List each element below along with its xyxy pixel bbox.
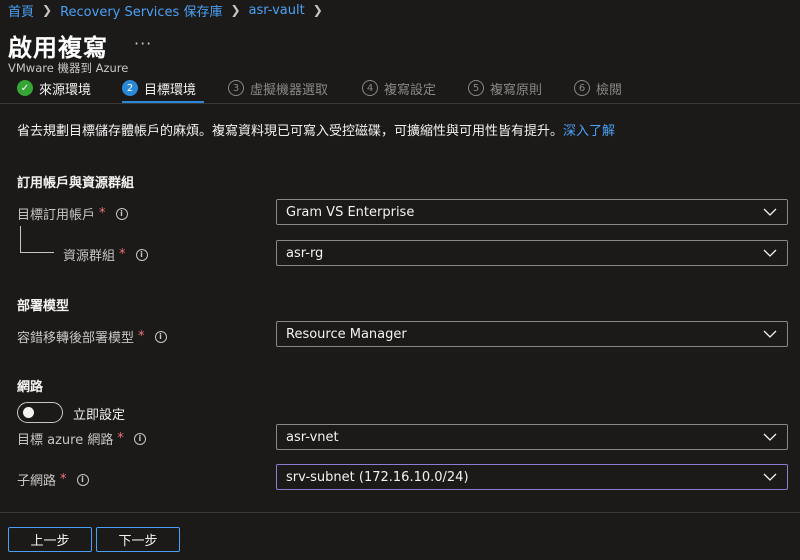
info-icon[interactable]: i	[135, 248, 148, 261]
toggle-label: 立即設定	[73, 408, 126, 423]
subnet-dropdown[interactable]: srv-subnet (172.16.10.0/24)	[276, 464, 788, 490]
step-label: 來源環境	[39, 82, 92, 98]
next-button[interactable]: 下一步	[96, 527, 180, 552]
step-label: 複寫原則	[490, 82, 543, 98]
required-marker: *	[60, 472, 67, 487]
field-label-text: 子網路	[17, 474, 57, 489]
divider	[0, 103, 800, 104]
section-title-network: 網路	[17, 380, 44, 395]
description: 省去規劃目標儲存體帳戶的麻煩。複寫資料現已可寫入受控磁碟，可擴縮性與可用性皆有提…	[17, 120, 615, 139]
step-number: 3	[228, 80, 244, 96]
chevron-down-icon	[763, 208, 777, 216]
chevron-right-icon: ❯	[312, 3, 323, 17]
breadcrumb-recovery-services[interactable]: Recovery Services 保存庫	[60, 1, 222, 20]
step-number: 4	[362, 80, 378, 96]
target-subscription-label: 目標訂用帳戶 * i	[17, 204, 128, 223]
info-icon[interactable]: i	[115, 207, 128, 220]
configure-now-toggle[interactable]	[17, 402, 63, 423]
step-source-environment[interactable]: ✓ 來源環境	[17, 78, 91, 100]
chevron-down-icon	[763, 473, 777, 481]
resource-group-dropdown[interactable]: asr-rg	[276, 240, 788, 266]
more-options-button[interactable]: ···	[134, 34, 152, 53]
resource-group-label: 資源群組 * i	[63, 245, 148, 264]
chevron-down-icon	[763, 249, 777, 257]
field-label-text: 資源群組	[63, 249, 116, 264]
previous-button[interactable]: 上一步	[8, 527, 92, 552]
dropdown-value: Gram VS Enterprise	[286, 204, 415, 220]
target-subscription-dropdown[interactable]: Gram VS Enterprise	[276, 199, 788, 225]
learn-more-link[interactable]: 深入了解	[563, 124, 615, 139]
wizard-steps: ✓ 來源環境 2 目標環境 3 虛擬機器選取 4 複寫設定 5 複寫原則 6 檢…	[0, 78, 800, 104]
required-marker: *	[117, 431, 124, 446]
deployment-model-label: 容錯移轉後部署模型 * i	[17, 327, 167, 346]
checkmark-icon: ✓	[17, 80, 33, 96]
step-label: 檢閱	[596, 82, 623, 98]
deployment-model-dropdown[interactable]: Resource Manager	[276, 321, 788, 347]
dropdown-value: asr-vnet	[286, 429, 339, 445]
step-target-environment[interactable]: 2 目標環境	[122, 78, 196, 100]
chevron-down-icon	[763, 433, 777, 441]
tree-connector	[20, 252, 54, 253]
info-icon[interactable]: i	[154, 330, 167, 343]
field-label-text: 容錯移轉後部署模型	[17, 331, 135, 346]
target-vnet-dropdown[interactable]: asr-vnet	[276, 424, 788, 450]
step-label: 虛擬機器選取	[250, 82, 329, 98]
step-label: 目標環境	[144, 82, 197, 98]
required-marker: *	[119, 247, 126, 262]
tree-connector	[20, 226, 21, 252]
dropdown-value: srv-subnet (172.16.10.0/24)	[286, 469, 469, 485]
step-label: 複寫設定	[384, 82, 437, 98]
chevron-down-icon	[763, 330, 777, 338]
page-subtitle: VMware 機器到 Azure	[8, 61, 129, 75]
subnet-label: 子網路 * i	[17, 470, 89, 489]
step-number: 5	[468, 80, 484, 96]
required-marker: *	[138, 329, 145, 344]
toggle-knob	[23, 407, 34, 418]
chevron-right-icon: ❯	[42, 3, 53, 17]
section-title-deployment: 部署模型	[17, 299, 70, 314]
step-number: 2	[122, 80, 138, 96]
required-marker: *	[99, 206, 106, 221]
step-number: 6	[574, 80, 590, 96]
step-vm-selection[interactable]: 3 虛擬機器選取	[228, 78, 328, 100]
chevron-right-icon: ❯	[230, 3, 241, 17]
target-vnet-label: 目標 azure 網路 * i	[17, 429, 146, 448]
field-label-text: 目標訂用帳戶	[17, 208, 96, 223]
dropdown-value: Resource Manager	[286, 326, 407, 342]
breadcrumb-asr-vault[interactable]: asr-vault	[249, 3, 305, 18]
info-icon[interactable]: i	[133, 432, 146, 445]
page-title: 啟用複寫	[8, 34, 108, 62]
info-icon[interactable]: i	[76, 473, 89, 486]
breadcrumb-home[interactable]: 首頁	[8, 1, 34, 20]
footer-divider	[0, 512, 800, 513]
description-text: 省去規劃目標儲存體帳戶的麻煩。複寫資料現已可寫入受控磁碟，可擴縮性與可用性皆有提…	[17, 124, 564, 139]
step-replication-policy[interactable]: 5 複寫原則	[468, 78, 542, 100]
field-label-text: 目標 azure 網路	[17, 433, 114, 448]
step-review[interactable]: 6 檢閱	[574, 78, 622, 100]
step-replication-settings[interactable]: 4 複寫設定	[362, 78, 436, 100]
breadcrumb: 首頁 ❯ Recovery Services 保存庫 ❯ asr-vault ❯	[8, 1, 331, 20]
dropdown-value: asr-rg	[286, 245, 324, 261]
section-title-subscription: 訂用帳戶與資源群組	[17, 176, 135, 191]
